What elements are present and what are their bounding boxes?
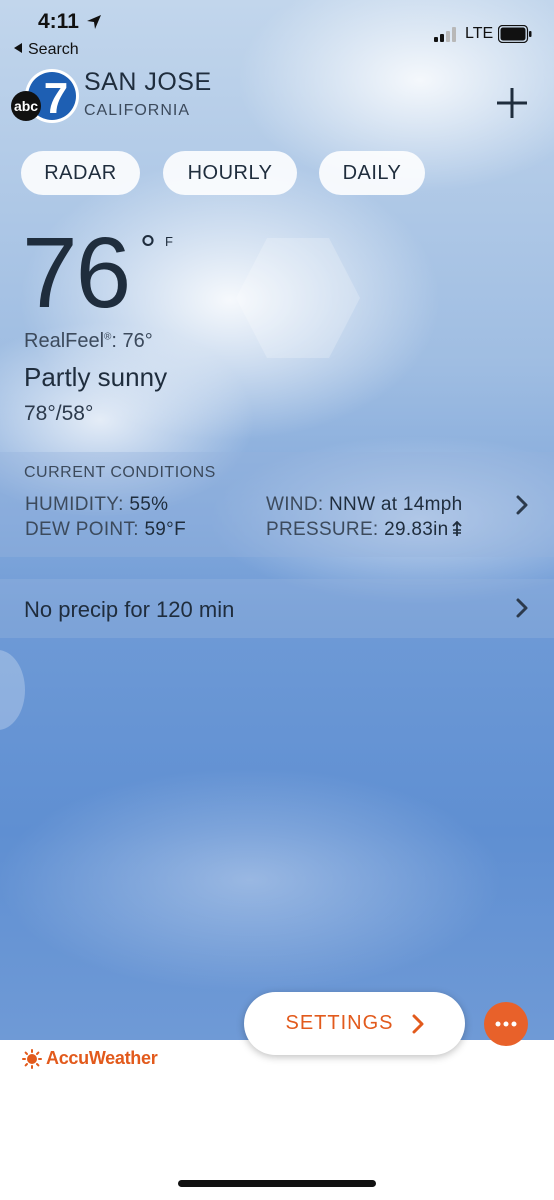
precipitation-row[interactable]: No precip for 120 min bbox=[0, 579, 554, 638]
pressure: PRESSURE: 29.83in bbox=[266, 519, 463, 541]
current-temperature: 76 bbox=[22, 217, 131, 329]
conditions-title: CURRENT CONDITIONS bbox=[24, 464, 216, 481]
add-location-button[interactable] bbox=[494, 85, 530, 121]
tab-daily[interactable]: DAILY bbox=[319, 151, 425, 195]
realfeel: RealFeel®: 76° bbox=[24, 330, 153, 353]
chevron-right-icon bbox=[516, 598, 528, 618]
wind-label: WIND: bbox=[266, 494, 324, 515]
chevron-right-icon bbox=[516, 495, 528, 515]
pressure-label: PRESSURE: bbox=[266, 519, 379, 540]
realfeel-value: : 76° bbox=[111, 330, 153, 352]
home-indicator[interactable] bbox=[178, 1180, 376, 1187]
decorative-hexagon bbox=[236, 238, 360, 358]
humidity-value: 55% bbox=[129, 494, 169, 515]
tab-radar[interactable]: RADAR bbox=[21, 151, 140, 195]
realfeel-label: RealFeel bbox=[24, 330, 105, 352]
pressure-value: 29.83in bbox=[384, 519, 449, 540]
settings-label: SETTINGS bbox=[285, 1012, 394, 1034]
brand-name: AccuWeather bbox=[46, 1048, 158, 1068]
dew-point-value: 59°F bbox=[144, 519, 186, 540]
decorative-circle bbox=[0, 650, 25, 730]
state-name: CALIFORNIA bbox=[84, 102, 191, 119]
precip-text: No precip for 120 min bbox=[24, 597, 235, 622]
wind: WIND: NNW at 14mph bbox=[266, 494, 463, 516]
settings-button[interactable]: SETTINGS bbox=[244, 992, 465, 1055]
temperature-degree: ° bbox=[140, 228, 156, 272]
current-conditions-panel[interactable]: CURRENT CONDITIONS HUMIDITY: 55% DEW POI… bbox=[0, 452, 554, 557]
sun-icon bbox=[22, 1048, 42, 1069]
abc7-logo: abc 7 bbox=[8, 66, 82, 128]
logo-number: 7 bbox=[44, 74, 68, 123]
status-time: 4:11 bbox=[38, 10, 79, 33]
back-triangle-icon bbox=[14, 43, 22, 53]
battery-icon bbox=[498, 25, 532, 43]
temperature-unit: F bbox=[165, 234, 173, 249]
dew-point: DEW POINT: 59°F bbox=[25, 519, 186, 541]
plus-icon bbox=[497, 88, 527, 118]
high-low-temperature: 78°/58° bbox=[24, 402, 94, 425]
more-button[interactable] bbox=[484, 1002, 528, 1046]
signal-icon bbox=[434, 27, 456, 42]
pressure-rising-icon bbox=[451, 521, 462, 536]
humidity-label: HUMIDITY: bbox=[25, 494, 124, 515]
wind-value: NNW at 14mph bbox=[329, 494, 463, 515]
network-type: LTE bbox=[465, 25, 494, 42]
humidity: HUMIDITY: 55% bbox=[25, 494, 168, 516]
city-name[interactable]: SAN JOSE bbox=[84, 68, 212, 97]
weather-description: Partly sunny bbox=[24, 362, 168, 392]
accuweather-logo: AccuWeather bbox=[22, 1048, 158, 1069]
dew-point-label: DEW POINT: bbox=[25, 519, 139, 540]
tab-hourly[interactable]: HOURLY bbox=[163, 151, 297, 195]
logo-abc-text: abc bbox=[14, 98, 38, 114]
back-label: Search bbox=[28, 41, 79, 58]
status-bar: 4:11 Search LTE bbox=[0, 0, 554, 60]
more-icon bbox=[495, 1021, 517, 1027]
back-to-search[interactable]: Search bbox=[14, 41, 79, 59]
location-arrow-icon bbox=[87, 15, 101, 29]
chevron-right-icon bbox=[412, 1014, 423, 1033]
